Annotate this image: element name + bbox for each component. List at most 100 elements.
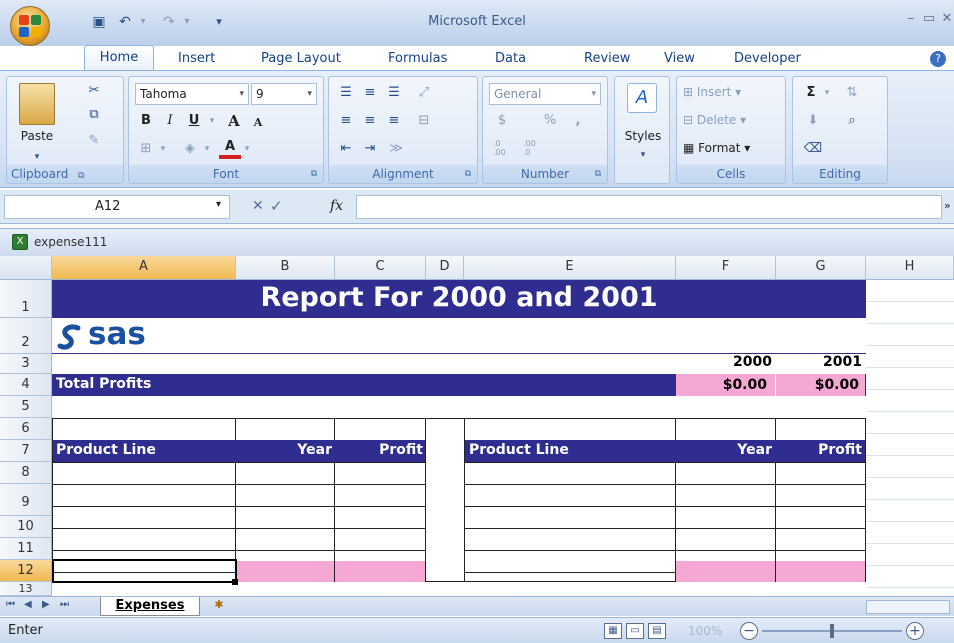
align-middle-icon[interactable]: ≡	[359, 83, 381, 105]
align-right-icon[interactable]: ≡	[383, 111, 405, 133]
row-header-10[interactable]: 10	[0, 516, 52, 538]
name-box-dropdown-icon[interactable]: ▾	[216, 199, 221, 210]
insert-function-icon[interactable]: fx	[330, 198, 343, 214]
shrink-font-button[interactable]: A	[247, 113, 269, 135]
orientation-icon[interactable]: ⤢	[413, 83, 435, 105]
row-header-5[interactable]: 5	[0, 396, 52, 418]
increase-indent-icon[interactable]: ⇥	[359, 139, 381, 161]
row-header-12[interactable]: 12	[0, 560, 52, 582]
select-all-corner[interactable]	[0, 256, 52, 280]
row-header-6[interactable]: 6	[0, 418, 52, 440]
styles-icon[interactable]: A	[627, 83, 657, 113]
help-icon[interactable]: ?	[930, 51, 946, 67]
decrease-indent-icon[interactable]: ⇤	[335, 139, 357, 161]
row-header-3[interactable]: 3	[0, 354, 52, 374]
tab-data[interactable]: Data	[487, 48, 534, 70]
currency-button[interactable]: $	[491, 111, 513, 133]
italic-button[interactable]: I	[159, 111, 181, 133]
align-bottom-icon[interactable]: ☰	[383, 83, 405, 105]
bold-button[interactable]: B	[135, 111, 157, 133]
align-left-icon[interactable]: ≡	[335, 111, 357, 133]
insert-cells-button[interactable]: ⊞ Insert ▾	[683, 85, 741, 99]
font-size-dropdown-icon[interactable]: ▾	[307, 84, 312, 104]
fill-color-dropdown-icon[interactable]: ▾	[201, 139, 213, 161]
fill-handle[interactable]	[232, 579, 238, 585]
total-2000-value[interactable]: $0.00	[676, 374, 776, 396]
row-header-1[interactable]: 1	[0, 280, 52, 318]
column-header-h[interactable]: H	[866, 256, 954, 280]
delete-cells-button[interactable]: ⊟ Delete ▾	[683, 113, 746, 127]
borders-icon[interactable]: ⊞	[135, 139, 157, 161]
normal-view-icon[interactable]: ▦	[604, 623, 622, 639]
tab-developer[interactable]: Developer	[726, 48, 809, 70]
cell-g12[interactable]	[776, 561, 865, 582]
column-header-e[interactable]: E	[464, 256, 676, 280]
decrease-decimal-button[interactable]: .00 .0	[523, 139, 549, 157]
wrap-text-icon[interactable]: ≫	[385, 139, 407, 161]
last-sheet-icon[interactable]: ⏭	[60, 599, 69, 610]
worksheet-grid[interactable]: A B C D E F G H 1 2 3 4 5 6 7 8 9 10 11 …	[0, 256, 954, 596]
font-name-combobox[interactable]: Tahoma ▾	[135, 83, 249, 105]
fill-icon[interactable]: ⬇	[803, 111, 823, 133]
format-cells-button[interactable]: ▦ Format ▾	[683, 141, 750, 155]
clipboard-launcher-icon[interactable]: ⧉	[78, 171, 84, 181]
center-icon[interactable]: ≡	[359, 111, 381, 133]
close-icon[interactable]: ✕	[940, 12, 954, 26]
column-header-a[interactable]: A	[52, 256, 236, 280]
row-header-8[interactable]: 8	[0, 462, 52, 484]
zoom-out-icon[interactable]: −	[740, 622, 758, 640]
font-color-button[interactable]: A	[219, 139, 241, 159]
column-header-d[interactable]: D	[426, 256, 464, 280]
row-header-4[interactable]: 4	[0, 374, 52, 396]
cell-c12[interactable]	[335, 561, 425, 582]
percent-button[interactable]: %	[539, 111, 561, 133]
horizontal-scrollbar[interactable]	[866, 600, 950, 614]
tab-insert[interactable]: Insert	[170, 48, 223, 70]
number-launcher-icon[interactable]: ⧉	[595, 165, 601, 183]
active-cell-a12[interactable]	[52, 559, 237, 583]
underline-dropdown-icon[interactable]: ▾	[205, 111, 219, 133]
column-d-spacer[interactable]	[426, 418, 464, 582]
restore-icon[interactable]: ▭	[922, 12, 936, 26]
name-box[interactable]: A12	[4, 195, 230, 219]
sort-filter-icon[interactable]: ⇅	[841, 83, 863, 105]
clear-icon[interactable]: ⌫	[803, 139, 823, 161]
row-header-9[interactable]: 9	[0, 484, 52, 516]
row-header-7[interactable]: 7	[0, 440, 52, 462]
align-top-icon[interactable]: ☰	[335, 83, 357, 105]
autosum-dropdown-icon[interactable]: ▾	[821, 83, 833, 105]
font-launcher-icon[interactable]: ⧉	[311, 165, 317, 183]
alignment-launcher-icon[interactable]: ⧉	[465, 165, 471, 183]
zoom-level[interactable]: 100%	[688, 624, 722, 638]
copy-icon[interactable]: ⧉	[83, 105, 105, 127]
cut-icon[interactable]: ✂	[83, 81, 105, 103]
tab-formulas[interactable]: Formulas	[380, 48, 455, 70]
column-h-cells[interactable]	[866, 280, 954, 596]
sheet-tab-expenses[interactable]: Expenses	[100, 597, 200, 616]
format-painter-icon[interactable]: ✎	[83, 131, 105, 153]
row-header-11[interactable]: 11	[0, 538, 52, 560]
zoom-slider-thumb[interactable]	[830, 624, 834, 638]
paste-icon[interactable]	[19, 83, 55, 125]
total-2001-value[interactable]: $0.00	[776, 374, 866, 396]
paste-button[interactable]: Paste	[13, 129, 61, 143]
row-header-13[interactable]: 13	[0, 582, 52, 596]
comma-button[interactable]: ,	[567, 111, 589, 133]
cell-b12[interactable]	[236, 561, 334, 582]
row-header-2[interactable]: 2	[0, 318, 52, 354]
formula-input[interactable]	[356, 195, 942, 219]
borders-dropdown-icon[interactable]: ▾	[157, 139, 169, 161]
underline-button[interactable]: U	[183, 111, 205, 133]
page-break-view-icon[interactable]: ▤	[648, 623, 666, 639]
column-header-c[interactable]: C	[335, 256, 426, 280]
cell-f12[interactable]	[676, 561, 775, 582]
tab-view[interactable]: View	[656, 48, 703, 70]
next-sheet-icon[interactable]: ▶	[42, 599, 50, 610]
page-layout-view-icon[interactable]: ▭	[626, 623, 644, 639]
insert-sheet-icon[interactable]: ✱	[204, 598, 234, 615]
styles-button[interactable]: Styles	[615, 129, 671, 143]
merge-center-icon[interactable]: ⊟	[413, 111, 435, 133]
font-size-combobox[interactable]: 9 ▾	[251, 83, 317, 105]
cancel-icon[interactable]: ✕	[252, 198, 264, 214]
font-name-dropdown-icon[interactable]: ▾	[239, 84, 244, 104]
